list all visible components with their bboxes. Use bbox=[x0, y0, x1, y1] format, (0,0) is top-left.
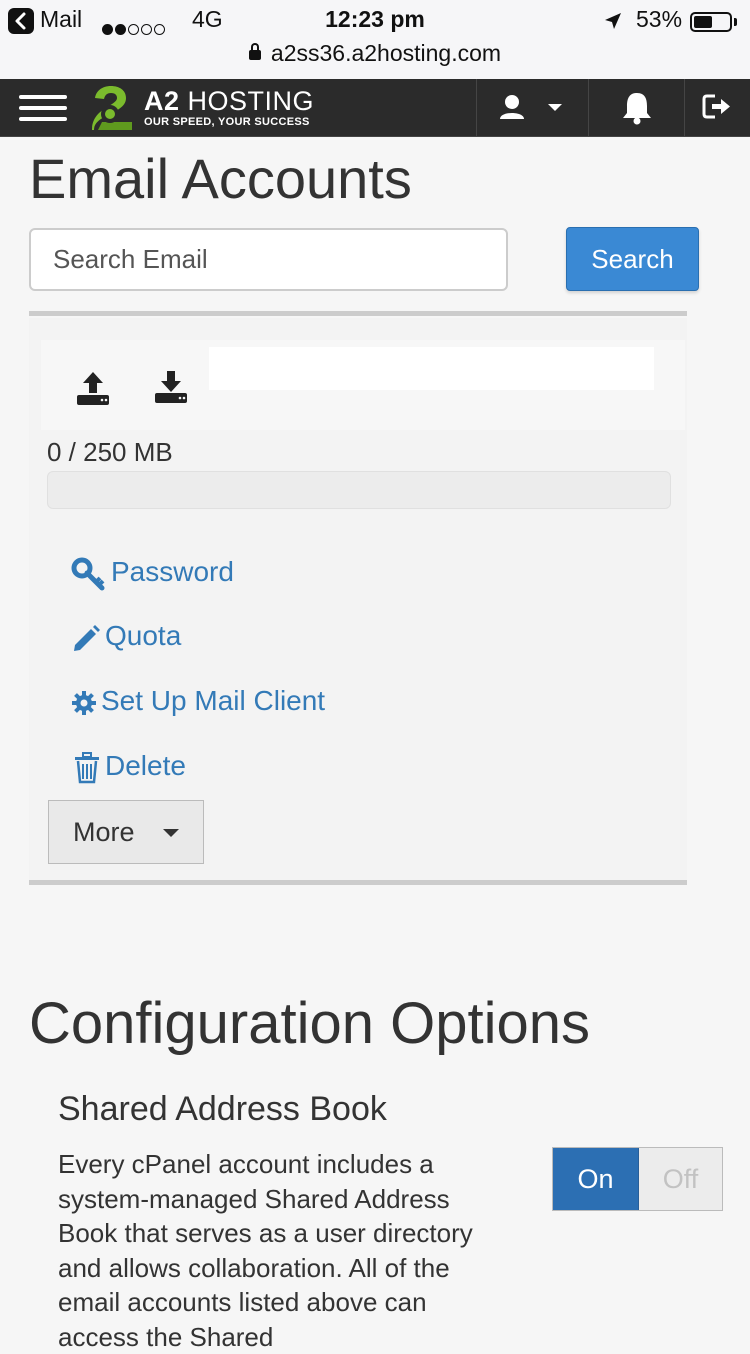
menu-icon[interactable] bbox=[19, 95, 67, 121]
brand-name: A2 HOSTING bbox=[144, 86, 314, 117]
divider bbox=[29, 311, 687, 316]
bell-icon bbox=[623, 93, 651, 125]
a2-hosting-logo[interactable]: A2 HOSTING OUR SPEED, YOUR SUCCESS bbox=[88, 82, 328, 134]
user-menu-button[interactable] bbox=[477, 79, 588, 136]
toggle-off-option[interactable]: Off bbox=[639, 1148, 722, 1210]
location-arrow-icon bbox=[603, 10, 623, 37]
email-account-panel bbox=[29, 318, 687, 880]
caret-down-icon bbox=[163, 829, 179, 837]
battery-tip bbox=[734, 18, 737, 26]
setup-mail-client-label: Set Up Mail Client bbox=[101, 685, 326, 716]
account-toolbar bbox=[41, 340, 685, 430]
password-label: Password bbox=[111, 556, 234, 587]
shared-address-book-toggle[interactable]: On Off bbox=[552, 1147, 723, 1211]
brand-tagline: OUR SPEED, YOUR SUCCESS bbox=[144, 116, 310, 128]
url-bar[interactable]: a2ss36.a2hosting.com bbox=[0, 40, 750, 67]
pencil-icon bbox=[74, 624, 100, 651]
upload-icon[interactable] bbox=[73, 368, 113, 408]
page-title: Email Accounts bbox=[29, 147, 412, 210]
quota-label: Quota bbox=[105, 620, 182, 651]
app-header: A2 HOSTING OUR SPEED, YOUR SUCCESS bbox=[0, 79, 750, 137]
logout-icon bbox=[702, 94, 730, 119]
user-icon bbox=[500, 95, 562, 119]
trash-icon bbox=[75, 751, 99, 783]
more-dropdown-button[interactable]: More bbox=[48, 800, 204, 864]
battery-percent: 53% bbox=[636, 6, 683, 32]
logout-button[interactable] bbox=[685, 79, 750, 136]
status-bar: Mail 4G 12:23 pm 53% a2ss36.a2hosting.co… bbox=[0, 0, 750, 80]
delete-label: Delete bbox=[105, 750, 186, 781]
lock-icon bbox=[248, 43, 261, 60]
shared-address-book-description: Every cPanel account includes a system-m… bbox=[58, 1149, 473, 1352]
shared-address-book-title: Shared Address Book bbox=[58, 1090, 387, 1128]
battery-icon bbox=[690, 12, 732, 32]
quota-usage-text: 0 / 250 MB bbox=[47, 437, 173, 467]
toggle-on-option[interactable]: On bbox=[553, 1148, 639, 1210]
key-icon bbox=[71, 557, 105, 591]
search-button[interactable]: Search bbox=[566, 227, 699, 291]
download-icon[interactable] bbox=[151, 368, 191, 408]
gear-icon bbox=[72, 690, 96, 715]
quota-progress-bar bbox=[47, 471, 671, 509]
url-text: a2ss36.a2hosting.com bbox=[270, 40, 502, 66]
delete-link[interactable]: Delete bbox=[73, 750, 186, 784]
account-name-field bbox=[209, 347, 654, 390]
configuration-options-title: Configuration Options bbox=[29, 991, 590, 1056]
brand-hosting: HOSTING bbox=[187, 86, 315, 116]
setup-mail-client-link[interactable]: Set Up Mail Client bbox=[71, 685, 325, 717]
divider bbox=[29, 880, 687, 885]
quota-link[interactable]: Quota bbox=[71, 620, 181, 653]
notifications-button[interactable] bbox=[589, 79, 684, 136]
password-link[interactable]: Password bbox=[71, 556, 234, 591]
more-label: More bbox=[73, 816, 135, 847]
search-email-input[interactable] bbox=[29, 228, 508, 291]
a2-logo-mark-icon bbox=[92, 86, 132, 130]
brand-a2: A2 bbox=[144, 86, 180, 116]
